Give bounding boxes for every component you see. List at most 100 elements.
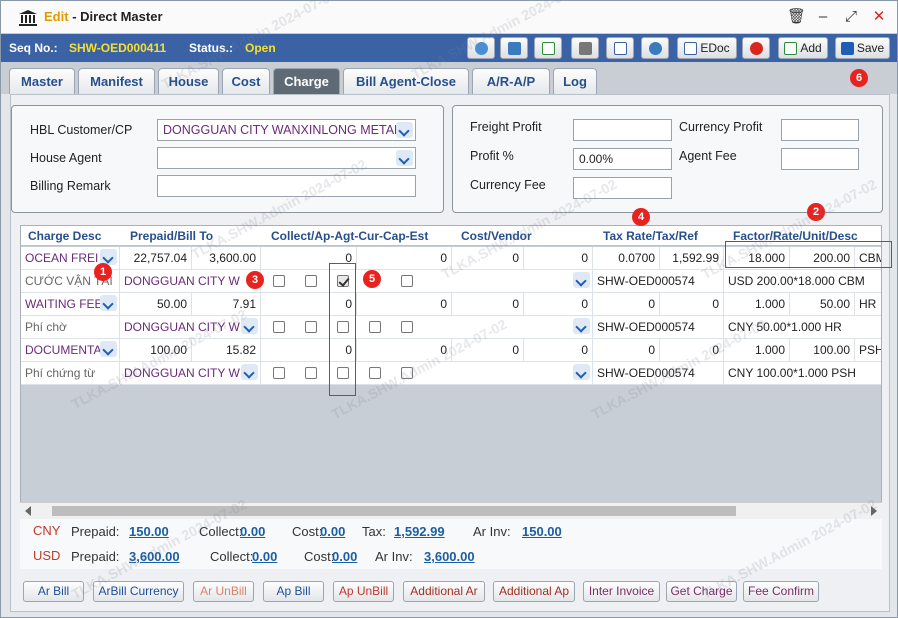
cur-checkbox[interactable] — [337, 275, 349, 287]
col-collect[interactable]: Collect/Ap-Agt-Cur-Cap-Est — [271, 229, 428, 243]
ap-unbill-button[interactable]: Ap UnBill — [333, 581, 394, 602]
trash-icon[interactable]: 🗑 — [787, 9, 806, 25]
additional-ar-button[interactable]: Additional Ar — [403, 581, 485, 602]
cur-checkbox[interactable] — [337, 321, 349, 333]
table-row[interactable]: Phí chờ DONGGUAN CITY W SHW-OED000574 CN… — [21, 316, 881, 339]
prepaid-cell[interactable]: 50.00 — [120, 293, 192, 316]
charge-desc-select[interactable]: DOCUMENTA — [21, 339, 120, 362]
vendor-select[interactable] — [452, 362, 593, 385]
charge-desc-select[interactable]: WAITING FEE — [21, 293, 120, 316]
table-row[interactable]: WAITING FEE 50.00 7.91 0 0 0 0 0 0 1.000… — [21, 293, 881, 316]
tab-master[interactable]: Master — [9, 68, 75, 94]
tax-cell[interactable]: 1,592.99 — [660, 247, 724, 270]
vendor-cell[interactable]: 0 — [524, 339, 593, 362]
unit-cell[interactable]: CBM — [855, 247, 881, 270]
cap-checkbox[interactable] — [369, 367, 381, 379]
tab-charge[interactable]: Charge — [273, 68, 340, 94]
fee-confirm-button[interactable]: Fee Confirm — [743, 581, 819, 602]
local-desc-cell[interactable]: Phí chờ — [21, 316, 120, 339]
usd-collect-link[interactable]: 0.00 — [252, 549, 277, 564]
usd-prepaid-link[interactable]: 3,600.00 — [129, 549, 180, 564]
tree-button[interactable] — [500, 37, 528, 59]
cost-cell[interactable]: 0 — [452, 293, 524, 316]
copy-button[interactable] — [606, 37, 634, 59]
bill-to-select[interactable]: DONGGUAN CITY W — [120, 316, 261, 339]
freight-profit-input[interactable] — [573, 119, 672, 141]
usd-cost-link[interactable]: 0.00 — [332, 549, 357, 564]
bill-to-select[interactable]: DONGGUAN CITY W — [120, 362, 261, 385]
close-icon[interactable]: ✕ — [871, 9, 887, 25]
agt-checkbox[interactable] — [305, 275, 317, 287]
col-cost-vendor[interactable]: Cost/Vendor — [461, 229, 532, 243]
ap-checkbox[interactable] — [273, 275, 285, 287]
currency-fee-input[interactable] — [573, 177, 672, 199]
scroll-left-icon[interactable] — [25, 506, 31, 516]
maximize-icon[interactable]: ⤢ — [843, 9, 859, 25]
factor-cell[interactable]: 1.000 — [724, 293, 790, 316]
arbill-currency-button[interactable]: ArBill Currency — [93, 581, 184, 602]
prepaid-cell[interactable]: 22,757.04 — [120, 247, 192, 270]
cur-checkbox[interactable] — [337, 367, 349, 379]
bill-cell[interactable]: 15.82 — [192, 339, 261, 362]
edoc-button[interactable]: EDoc — [677, 37, 737, 59]
est-checkbox[interactable] — [401, 367, 413, 379]
globe-button[interactable] — [467, 37, 495, 59]
delete-button[interactable] — [742, 37, 770, 59]
collect2-cell[interactable]: 0 — [357, 293, 452, 316]
bill-cell[interactable]: 7.91 — [192, 293, 261, 316]
house-agent-select[interactable] — [157, 147, 416, 169]
refresh-button[interactable] — [641, 37, 669, 59]
rate-cell[interactable]: 100.00 — [790, 339, 855, 362]
rate-cell[interactable]: 200.00 — [790, 247, 855, 270]
table-row[interactable]: Phí chứng từ DONGGUAN CITY W SHW-OED0005… — [21, 362, 881, 385]
col-prepaid-bill-to[interactable]: Prepaid/Bill To — [130, 229, 213, 243]
agt-checkbox[interactable] — [305, 367, 317, 379]
usd-arinv-link[interactable]: 3,600.00 — [424, 549, 475, 564]
new-doc-button[interactable] — [534, 37, 562, 59]
col-tax[interactable]: Tax Rate/Tax/Ref — [603, 229, 698, 243]
bill-to-select[interactable]: DONGGUAN CITY W — [120, 270, 261, 293]
cny-arinv-link[interactable]: 150.00 — [522, 524, 562, 539]
ap-checkbox[interactable] — [273, 367, 285, 379]
agt-checkbox[interactable] — [305, 321, 317, 333]
scroll-right-icon[interactable] — [871, 506, 877, 516]
billing-remark-input[interactable] — [157, 175, 416, 197]
tab-bill-agent-close[interactable]: Bill Agent-Close — [343, 68, 469, 94]
print-button[interactable] — [571, 37, 599, 59]
cny-prepaid-link[interactable]: 150.00 — [129, 524, 169, 539]
bill-cell[interactable]: 3,600.00 — [192, 247, 261, 270]
local-desc-cell[interactable]: Phí chứng từ — [21, 362, 120, 385]
ap-bill-button[interactable]: Ap Bill — [263, 581, 324, 602]
desc-cell[interactable]: CNY 100.00*1.000 PSH — [724, 362, 881, 385]
get-charge-button[interactable]: Get Charge — [666, 581, 737, 602]
rate-cell[interactable]: 50.00 — [790, 293, 855, 316]
cap-checkbox[interactable] — [369, 321, 381, 333]
agent-fee-input[interactable] — [781, 148, 859, 170]
desc-cell[interactable]: CNY 50.00*1.000 HR — [724, 316, 881, 339]
unit-cell[interactable]: HR — [855, 293, 881, 316]
ar-unbill-button[interactable]: Ar UnBill — [193, 581, 254, 602]
table-row[interactable]: CƯỚC VẬN TẢI DONGGUAN CITY W SHW-OED0005… — [21, 270, 881, 293]
vendor-cell[interactable]: 0 — [524, 293, 593, 316]
additional-ap-button[interactable]: Additional Ap — [493, 581, 575, 602]
cost-cell[interactable]: 0 — [452, 339, 524, 362]
ar-bill-button[interactable]: Ar Bill — [23, 581, 84, 602]
desc-cell[interactable]: USD 200.00*18.000 CBM — [724, 270, 881, 293]
vendor-cell[interactable]: 0 — [524, 247, 593, 270]
collect-cell[interactable]: 0 — [261, 293, 357, 316]
collect2-cell[interactable]: 0 — [357, 339, 452, 362]
minimize-icon[interactable]: – — [815, 9, 831, 25]
save-button[interactable]: Save — [835, 37, 890, 59]
currency-profit-input[interactable] — [781, 119, 859, 141]
tab-ar-ap[interactable]: A/R-A/P — [472, 68, 550, 94]
add-button[interactable]: Add — [778, 37, 828, 59]
est-checkbox[interactable] — [401, 275, 413, 287]
est-checkbox[interactable] — [401, 321, 413, 333]
vendor-select[interactable] — [452, 270, 593, 293]
ref-cell[interactable]: SHW-OED000574 — [593, 362, 724, 385]
ref-cell[interactable]: SHW-OED000574 — [593, 316, 724, 339]
profit-pct-input[interactable]: 0.00% — [573, 148, 672, 170]
cny-collect-link[interactable]: 0.00 — [240, 524, 265, 539]
cny-cost-link[interactable]: 0.00 — [320, 524, 345, 539]
tab-house[interactable]: House — [158, 68, 219, 94]
